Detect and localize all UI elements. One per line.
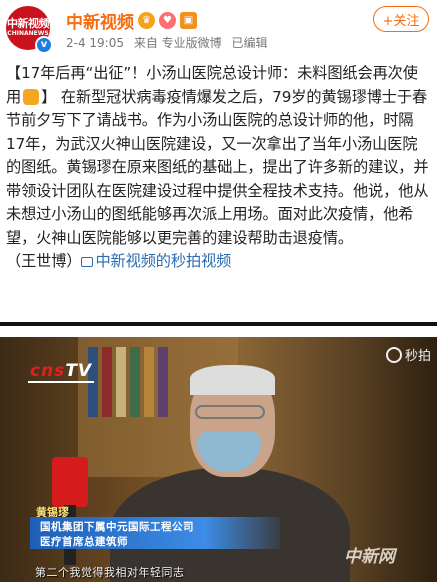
speaker-title-bar: 国机集团下属中元国际工程公司 医疗首席总建筑师 (30, 517, 280, 549)
post-body: 【17年后再“出征”！小汤山医院总设计师：未料图纸会再次使用】 在新型冠状病毒疫… (6, 62, 430, 274)
video-link-icon (81, 257, 94, 267)
heart-badge-icon[interactable]: ♥ (159, 12, 176, 29)
video-link[interactable]: 中新视频的秒拍视频 (81, 252, 231, 270)
post-meta: 2-4 19:05 来自 专业版微博 已编辑 (66, 34, 274, 51)
miaopai-icon (385, 346, 402, 363)
cnstv-logo: cnsTV (28, 361, 94, 383)
speaker-caption: 黄锡璆 国机集团下属中元国际工程公司 医疗首席总建筑师 (30, 504, 280, 552)
post-header: 中新视频 CHINANEWS v 中新视频 ♛ ♥ ▣ 2-4 19:05 来自… (0, 0, 437, 60)
cnstv-logo-prefix: cns (30, 361, 66, 381)
speaker-title-1: 国机集团下属中元国际工程公司 (40, 521, 194, 533)
video-subtitle: 第二个我觉得我相对年轻同志 (35, 566, 185, 579)
miaopai-watermark: 秒拍 (385, 345, 431, 364)
fist-emoji-icon (23, 88, 40, 105)
account-name[interactable]: 中新视频 (66, 8, 134, 33)
chinanews-watermark: 中新网 (344, 547, 395, 567)
crown-badge-icon[interactable]: ♛ (138, 12, 155, 29)
post-text: 在新型冠状病毒疫情爆发之后，79岁的黄锡璆博士于春节前夕写下了请战书。作为小汤山… (6, 87, 429, 247)
video-link-label: 中新视频的秒拍视频 (95, 252, 232, 270)
vip-badge-icon[interactable]: ▣ (180, 12, 197, 29)
avatar-text: 中新视频 (7, 17, 50, 30)
post-source: 来自 专业版微博 (133, 36, 222, 50)
miaopai-label: 秒拍 (404, 349, 431, 364)
cnstv-logo-suffix: TV (65, 361, 93, 381)
speaker-title-2: 医疗首席总建筑师 (40, 536, 128, 548)
video-player[interactable]: cnsTV 秒拍 黄锡璆 国机集团下属中元国际工程公司 医疗首席总建筑师 中新网… (0, 337, 437, 582)
speaker-glasses (195, 405, 265, 419)
post-date: 2-4 19:05 (66, 36, 124, 50)
verified-icon: v (35, 36, 53, 54)
divider (0, 322, 437, 326)
post-credit: （王世博） (6, 252, 82, 270)
post-headline-end: 】 (41, 87, 57, 106)
edited-indicator[interactable]: 已编辑 (231, 36, 267, 50)
microphone-icon (52, 457, 88, 507)
account-name-row: 中新视频 ♛ ♥ ▣ (66, 8, 197, 33)
follow-button[interactable]: +关注 (373, 6, 429, 32)
speaker-hair (190, 365, 275, 395)
